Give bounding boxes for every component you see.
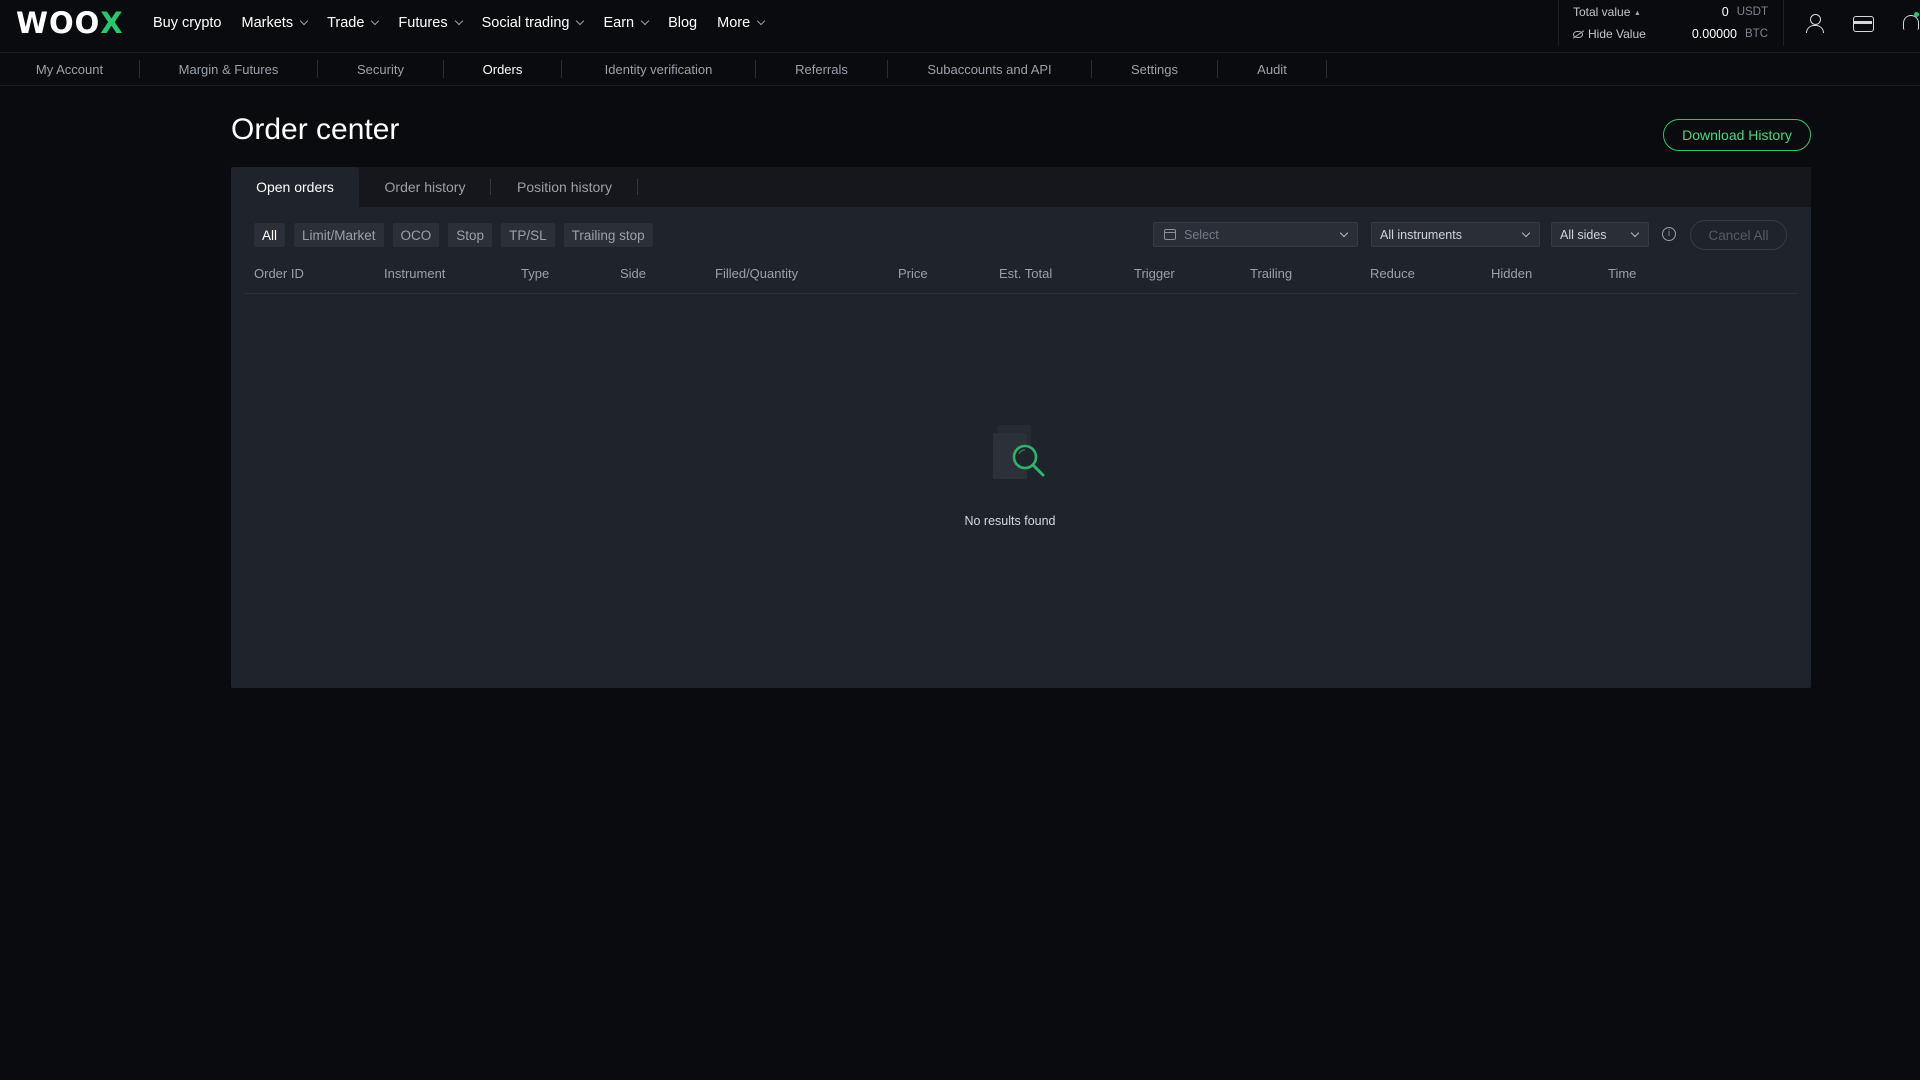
subnav-referrals[interactable]: Referrals: [756, 60, 888, 78]
filter-stop[interactable]: Stop: [448, 223, 493, 247]
nav-more[interactable]: More: [717, 15, 766, 31]
col-hidden: Hidden: [1491, 266, 1533, 281]
date-select-placeholder: Select: [1184, 227, 1219, 242]
total-value-amount: 0: [1721, 5, 1729, 19]
instrument-select-value: All instruments: [1380, 227, 1462, 242]
nav-earn[interactable]: Earn: [603, 15, 650, 31]
filter-trailing-stop[interactable]: Trailing stop: [563, 223, 653, 247]
col-order-id: Order ID: [254, 266, 304, 281]
subnav-security[interactable]: Security: [318, 60, 444, 78]
tab-order-history[interactable]: Order history: [359, 167, 491, 207]
btc-value-amount: 0.00000: [1691, 27, 1737, 41]
order-type-filters: All Limit/Market OCO Stop TP/SL Trailing…: [254, 223, 653, 247]
user-icon[interactable]: [1804, 12, 1826, 34]
chevron-down-icon: [756, 16, 766, 26]
nav-label: Blog: [668, 15, 698, 31]
subnav-settings[interactable]: Settings: [1092, 60, 1218, 78]
subnav-subaccounts-api[interactable]: Subaccounts and API: [888, 60, 1092, 78]
cancel-all-button[interactable]: Cancel All: [1690, 220, 1787, 250]
nav-trade[interactable]: Trade: [327, 15, 380, 31]
btc-value-currency: BTC: [1745, 28, 1768, 40]
filter-all[interactable]: All: [254, 223, 286, 247]
side-select-value: All sides: [1560, 227, 1607, 242]
side-select[interactable]: All sides: [1551, 222, 1649, 247]
nav-label: Futures: [398, 15, 448, 31]
tab-position-history[interactable]: Position history: [491, 167, 638, 207]
nav-label: More: [717, 15, 751, 31]
col-filled-quantity: Filled/Quantity: [715, 266, 799, 281]
chevron-down-icon: [1521, 228, 1531, 238]
orders-panel: Open orders Order history Position histo…: [231, 167, 1811, 688]
account-subnav: My Account Margin & Futures Security Ord…: [0, 53, 1920, 86]
wallet-icon[interactable]: [1852, 12, 1874, 34]
col-type: Type: [521, 266, 550, 281]
col-instrument: Instrument: [384, 266, 446, 281]
nav-futures[interactable]: Futures: [398, 15, 463, 31]
nav-label: Trade: [327, 15, 365, 31]
filter-oco[interactable]: OCO: [392, 223, 440, 247]
empty-state-text: No results found: [964, 514, 1056, 528]
col-time: Time: [1608, 266, 1637, 281]
no-results-magnifier-icon: [993, 425, 1045, 479]
woox-logo[interactable]: WOO X: [16, 6, 124, 40]
total-value-label: Total value: [1573, 5, 1631, 19]
calendar-icon: [1164, 229, 1176, 240]
filter-tp-sl[interactable]: TP/SL: [501, 223, 555, 247]
top-icon-group: [1783, 0, 1920, 46]
nav-blog[interactable]: Blog: [668, 15, 697, 31]
top-navbar: WOO X Buy crypto Markets Trade Futures So…: [0, 0, 1920, 53]
download-history-button[interactable]: Download History: [1663, 119, 1811, 151]
col-price: Price: [898, 266, 928, 281]
nav-label: Markets: [241, 15, 294, 31]
logo-accent: X: [100, 6, 124, 40]
subnav-my-account[interactable]: My Account: [0, 60, 140, 78]
sort-triangle-icon: ▴: [1635, 7, 1640, 17]
chevron-down-icon: [640, 16, 650, 26]
nav-social-trading[interactable]: Social trading: [481, 15, 585, 31]
page-title: Order center: [231, 113, 400, 146]
subnav-orders[interactable]: Orders: [444, 60, 562, 78]
eye-off-icon: [1573, 30, 1583, 38]
tab-open-orders[interactable]: Open orders: [231, 167, 359, 207]
chevron-down-icon: [371, 16, 380, 26]
col-est-total: Est. Total: [999, 266, 1053, 281]
nav-label: Buy crypto: [153, 15, 222, 31]
subnav-audit[interactable]: Audit: [1218, 60, 1327, 78]
nav-buy-crypto[interactable]: Buy crypto: [153, 15, 222, 31]
nav-markets[interactable]: Markets: [241, 15, 309, 31]
bell-icon[interactable]: [1900, 12, 1920, 34]
hide-value-toggle[interactable]: Hide Value: [1573, 27, 1679, 41]
chevron-down-icon: [454, 16, 463, 26]
wallet-summary: Total value ▴ 0 USDT Hide Value 0.00000 …: [1558, 0, 1768, 46]
table-header: Order ID Instrument Type Side Filled/Qua…: [244, 255, 1798, 294]
nav-label: Earn: [603, 15, 635, 31]
info-icon[interactable]: i: [1662, 227, 1676, 241]
total-value-toggle[interactable]: Total value ▴: [1573, 5, 1674, 19]
date-range-select[interactable]: Select: [1153, 222, 1358, 247]
subnav-margin-futures[interactable]: Margin & Futures: [140, 60, 318, 78]
chevron-down-icon: [1630, 228, 1640, 238]
chevron-down-icon: [1339, 228, 1349, 238]
main-nav: Buy crypto Markets Trade Futures Social …: [153, 0, 784, 46]
col-side: Side: [620, 266, 647, 281]
col-trigger: Trigger: [1134, 266, 1175, 281]
col-trailing: Trailing: [1250, 266, 1293, 281]
col-reduce: Reduce: [1370, 266, 1415, 281]
logo-text: WOO: [16, 6, 101, 40]
hide-value-label: Hide Value: [1588, 27, 1646, 41]
chevron-down-icon: [299, 16, 309, 26]
order-tabs: Open orders Order history Position histo…: [231, 167, 1811, 207]
total-value-currency: USDT: [1736, 6, 1768, 18]
filter-limit-market[interactable]: Limit/Market: [294, 223, 384, 247]
subnav-identity-verification[interactable]: Identity verification: [562, 60, 756, 78]
instrument-select[interactable]: All instruments: [1371, 222, 1540, 247]
chevron-down-icon: [576, 16, 585, 26]
nav-label: Social trading: [481, 15, 570, 31]
